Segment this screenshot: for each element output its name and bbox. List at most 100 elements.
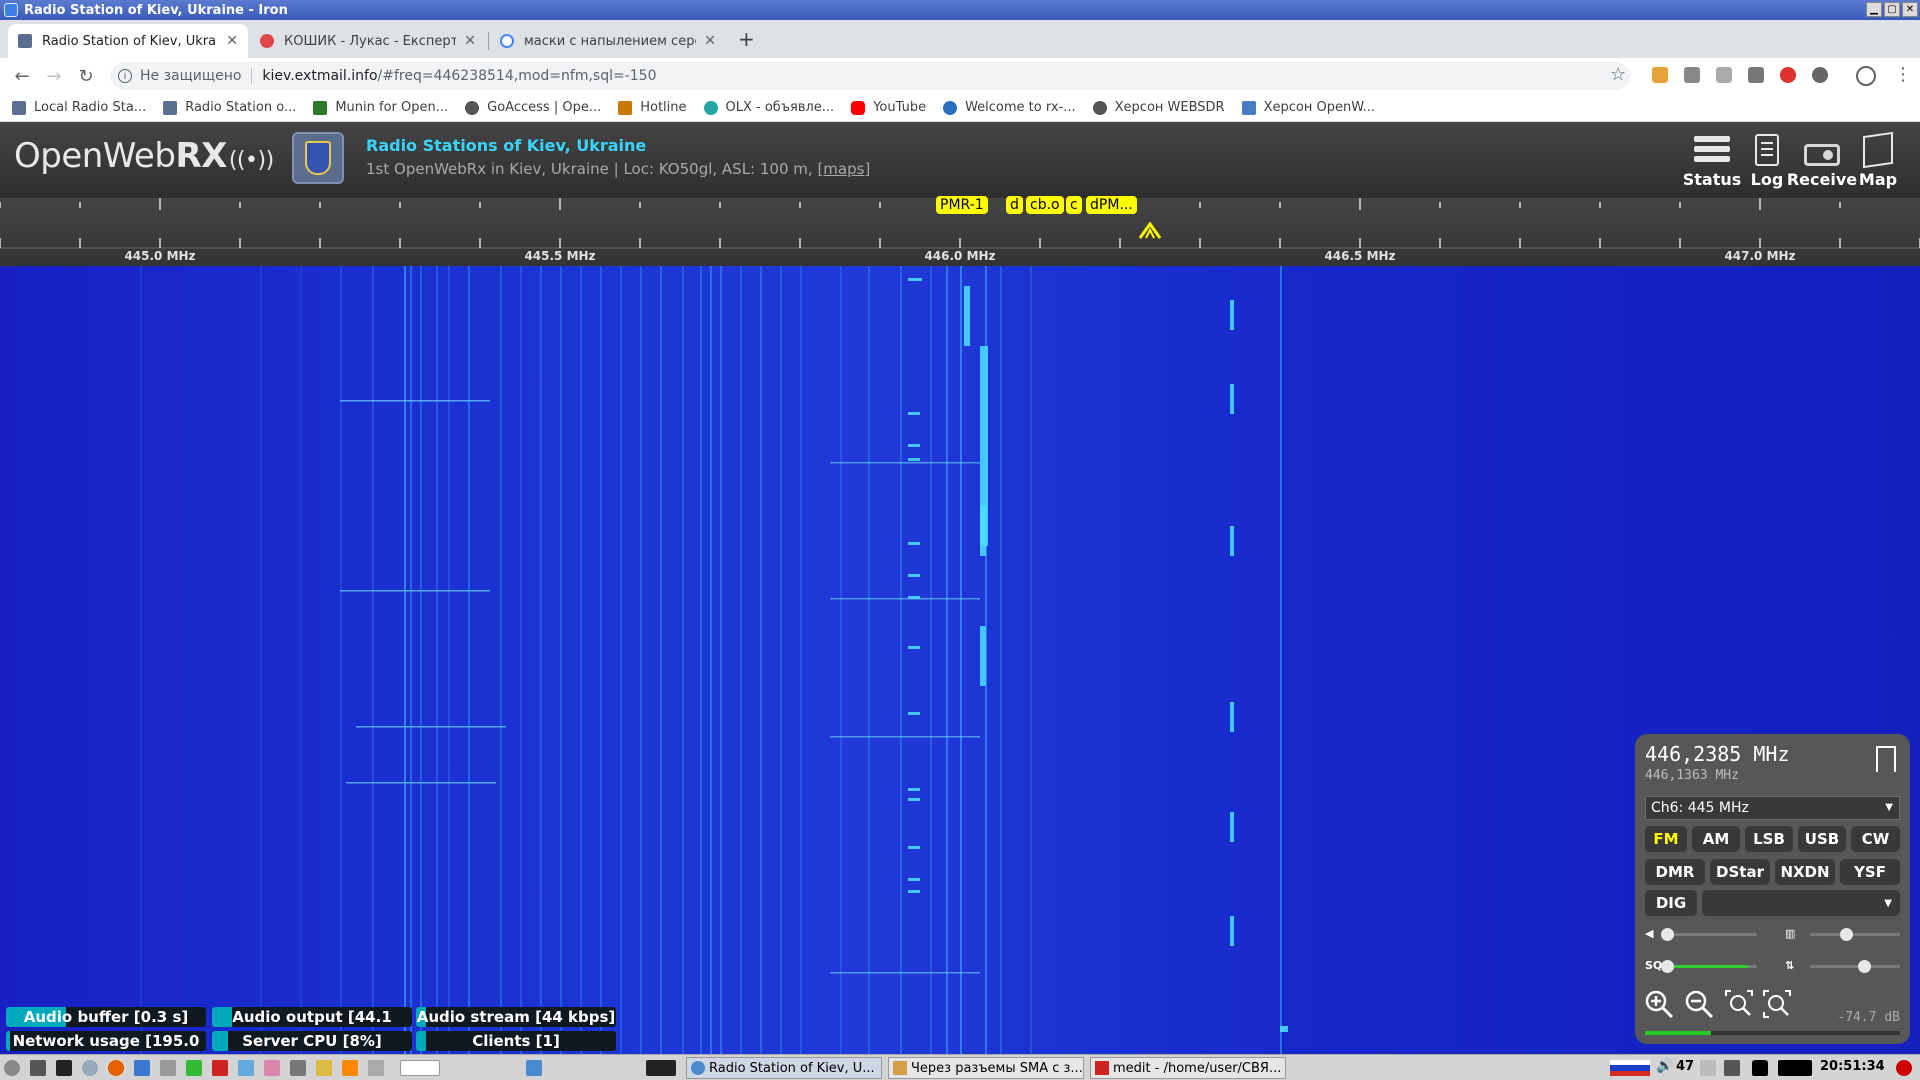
menu-icon[interactable]: ⋮ <box>1894 64 1912 85</box>
google-favicon <box>500 34 514 48</box>
mode-lsb-button[interactable]: LSB <box>1745 826 1793 852</box>
app-icon[interactable] <box>316 1060 332 1076</box>
power-icon[interactable] <box>1896 1060 1912 1076</box>
scale-label: 446.5 MHz <box>1324 249 1395 263</box>
task-medit[interactable]: medit - /home/user/СВЯ... <box>1090 1057 1286 1079</box>
mode-usb-button[interactable]: USB <box>1798 826 1846 852</box>
reload-icon[interactable]: ↻ <box>74 64 98 88</box>
mode-dmr-button[interactable]: DMR <box>1645 859 1705 885</box>
tab-koshik[interactable]: КОШИК - Лукас - Експерт ✕ <box>250 24 486 58</box>
browser-icon[interactable] <box>82 1060 98 1076</box>
extension-icon[interactable] <box>1716 67 1732 83</box>
nr-slider[interactable] <box>1810 928 1900 941</box>
mode-fm-button[interactable]: FM <box>1645 826 1687 852</box>
tab-separator <box>488 32 489 50</box>
app-icon[interactable] <box>238 1060 254 1076</box>
bookmark-item[interactable]: GoAccess | Ope... <box>465 100 601 115</box>
mail-icon[interactable] <box>134 1060 150 1076</box>
mode-dig-button[interactable]: DIG <box>1645 890 1697 916</box>
bookmark-item[interactable]: OLX - объявле... <box>703 100 834 115</box>
url-input[interactable]: i Не защищено kiev.extmail.info/#freq=44… <box>110 62 1630 90</box>
bookmark-label: Welcome to rx-... <box>965 100 1076 115</box>
tab-radio-station[interactable]: Radio Station of Kiev, Ukra ✕ <box>8 24 248 58</box>
maximize-icon[interactable]: ▢ <box>1884 2 1900 17</box>
zoom-in-icon[interactable] <box>1643 988 1675 1020</box>
network-icon[interactable] <box>1724 1060 1740 1076</box>
back-icon[interactable]: ← <box>10 64 34 88</box>
bookmark-icon[interactable] <box>1876 746 1896 773</box>
app-icon[interactable] <box>264 1060 280 1076</box>
bookmark-item[interactable]: YouTube <box>851 100 926 115</box>
close-icon[interactable]: ✕ <box>1902 2 1918 17</box>
zoom-out-icon[interactable] <box>1683 988 1715 1020</box>
app-icon[interactable] <box>368 1060 384 1076</box>
agc-slider[interactable] <box>1810 960 1900 973</box>
bookmark-tag[interactable]: c <box>1066 196 1082 214</box>
bookmark-tag[interactable]: dPM... <box>1086 196 1137 214</box>
desktop-icon[interactable] <box>400 1060 440 1076</box>
star-icon[interactable]: ☆ <box>1610 64 1626 85</box>
speaker-icon[interactable]: 🔊 <box>1656 1058 1673 1074</box>
profile-icon[interactable] <box>1856 66 1876 86</box>
tab-google[interactable]: маски с напылением сере ✕ <box>490 24 726 58</box>
start-menu-icon[interactable] <box>4 1060 20 1076</box>
new-tab-icon[interactable]: + <box>738 27 755 51</box>
close-icon[interactable]: ✕ <box>704 33 716 49</box>
extension-icon[interactable] <box>1780 67 1796 83</box>
bookmark-item[interactable]: Radio Station o... <box>163 100 296 115</box>
clipboard-icon[interactable] <box>1700 1060 1716 1076</box>
map-button[interactable]: Map <box>1838 131 1918 189</box>
lock-icon[interactable] <box>1752 1060 1768 1076</box>
bookmark-item[interactable]: Херсон WEBSDR <box>1092 100 1225 115</box>
app-icon[interactable] <box>646 1060 676 1076</box>
editor-icon[interactable] <box>212 1060 228 1076</box>
bookmark-tag[interactable]: PMR-1 <box>936 196 988 214</box>
bookmark-item[interactable]: Херсон OpenW... <box>1241 100 1375 115</box>
maps-link[interactable]: [maps] <box>817 160 870 178</box>
zoom-to-signal-icon[interactable] <box>1723 988 1755 1020</box>
app-icon[interactable] <box>160 1060 176 1076</box>
bookmark-tag[interactable]: d <box>1006 196 1023 214</box>
extension-icon[interactable] <box>1748 67 1764 83</box>
shield-extension-icon[interactable] <box>1684 67 1700 83</box>
app-icon[interactable] <box>526 1060 542 1076</box>
app-icon[interactable] <box>290 1060 306 1076</box>
mode-am-button[interactable]: AM <box>1692 826 1740 852</box>
task-radio-station[interactable]: Radio Station of Kiev, U... <box>686 1057 882 1079</box>
channel-select[interactable]: Ch6: 445 MHz ▼ <box>1645 796 1900 820</box>
mode-cw-button[interactable]: CW <box>1851 826 1900 852</box>
openwebrx-logo[interactable]: OpenWebRX((•)) <box>14 136 274 176</box>
extension-icon[interactable] <box>1812 67 1828 83</box>
bookmark-item[interactable]: Munin for Open... <box>313 100 448 115</box>
document-icon <box>893 1061 907 1075</box>
bookmark-item[interactable]: Hotline <box>618 100 687 115</box>
mode-dstar-button[interactable]: DStar <box>1710 859 1770 885</box>
task-sma[interactable]: Через разъемы SMA с з... <box>888 1057 1084 1079</box>
bookmark-label: Radio Station o... <box>185 100 297 115</box>
waterfall-display[interactable] <box>0 266 1920 1054</box>
bookmark-item[interactable]: Welcome to rx-... <box>943 100 1076 115</box>
close-icon[interactable]: ✕ <box>226 33 238 49</box>
mode-nxdn-button[interactable]: NXDN <box>1775 859 1835 885</box>
tuning-marker-icon[interactable] <box>1138 222 1162 240</box>
minimize-icon[interactable]: ▁ <box>1866 2 1882 17</box>
volume-slider[interactable] <box>1661 928 1757 941</box>
zoom-reset-icon[interactable] <box>1761 988 1793 1020</box>
bookmark-tag[interactable]: cb.o <box>1026 196 1064 214</box>
squelch-slider[interactable] <box>1661 960 1757 973</box>
frequency-display[interactable]: 446,2385 MHz <box>1645 742 1790 766</box>
secondary-frequency: 446,1363 MHz <box>1645 768 1739 783</box>
russian-flag-icon[interactable] <box>1610 1060 1650 1076</box>
mode-ysf-button[interactable]: YSF <box>1840 859 1900 885</box>
firefox-icon[interactable] <box>108 1060 124 1076</box>
app-icon[interactable] <box>186 1060 202 1076</box>
files-icon[interactable] <box>30 1060 46 1076</box>
extension-icon[interactable] <box>1652 67 1668 83</box>
digital-mode-select[interactable]: ▼ <box>1702 890 1900 916</box>
info-icon[interactable]: i <box>118 69 132 83</box>
close-icon[interactable]: ✕ <box>464 33 476 49</box>
terminal-icon[interactable] <box>56 1060 72 1076</box>
vlc-icon[interactable] <box>342 1060 358 1076</box>
forward-icon[interactable]: → <box>42 64 66 88</box>
bookmark-item[interactable]: Local Radio Sta... <box>12 100 146 115</box>
